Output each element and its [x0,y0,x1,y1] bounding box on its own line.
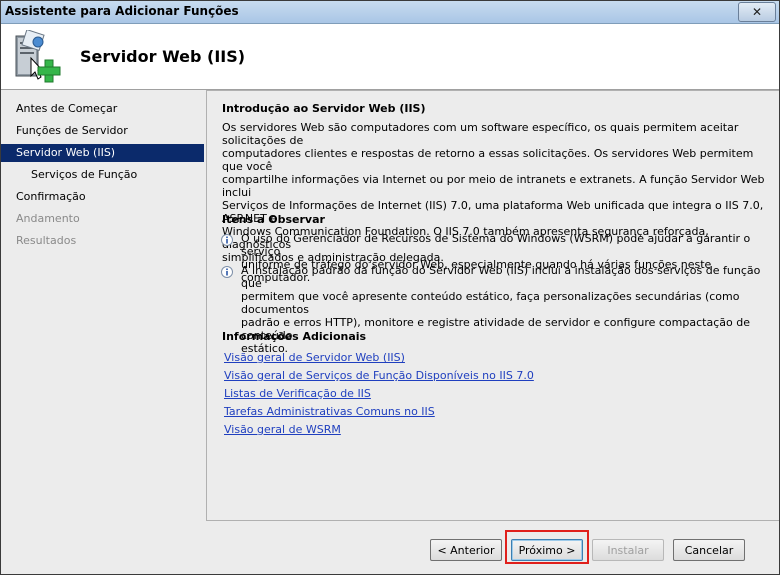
link-role-services-overview[interactable]: Visão geral de Serviços de Função Dispon… [224,369,534,382]
server-role-icon [15,30,61,83]
link-iis-checklists[interactable]: Listas de Verificação de IIS [224,387,371,400]
intro-heading: Introdução ao Servidor Web (IIS) [222,102,426,115]
install-button: Instalar [592,539,664,561]
link-web-server-overview[interactable]: Visão geral de Servidor Web (IIS) [224,351,405,364]
intro-line: computadores clientes e respostas de ret… [222,147,754,173]
intro-line: compartilhe informações via Internet ou … [222,173,765,199]
note-line: A instalação padrão da função do Servido… [241,264,761,290]
wizard-window: Assistente para Adicionar Funções ✕ Serv… [0,0,780,575]
window-title: Assistente para Adicionar Funções [5,4,239,18]
info-icon [221,234,233,246]
info-icon [221,266,233,278]
nav-item-role-services[interactable]: Serviços de Função [1,166,204,184]
content-panel: Introdução ao Servidor Web (IIS) Os serv… [206,90,779,520]
note-line: O uso do Gerenciador de Recursos de Sist… [241,232,751,258]
button-bar: < Anterior Próximo > Instalar Cancelar [206,520,779,574]
wizard-steps-nav: Antes de Começar Funções de Servidor Ser… [1,90,206,574]
note-line: permitem que você apresente conteúdo est… [241,290,740,316]
nav-item-web-server[interactable]: Servidor Web (IIS) [1,144,204,162]
next-button[interactable]: Próximo > [511,539,583,561]
link-iis-admin-tasks[interactable]: Tarefas Administrativas Comuns no IIS [224,405,435,418]
more-info-heading: Informações Adicionais [222,330,367,343]
wizard-header: Servidor Web (IIS) [1,24,779,90]
nav-item-server-roles[interactable]: Funções de Servidor [1,122,204,140]
cancel-button[interactable]: Cancelar [673,539,745,561]
title-bar[interactable]: Assistente para Adicionar Funções ✕ [1,1,779,24]
nav-item-confirmation[interactable]: Confirmação [1,188,204,206]
nav-item-before-you-begin[interactable]: Antes de Começar [1,100,204,118]
page-title: Servidor Web (IIS) [80,47,246,66]
notes-heading: Itens a Observar [222,213,325,226]
close-icon: ✕ [751,5,763,19]
nav-item-progress: Andamento [16,212,80,225]
link-wsrm-overview[interactable]: Visão geral de WSRM [224,423,341,436]
back-button[interactable]: < Anterior [430,539,502,561]
close-button[interactable]: ✕ [738,2,776,22]
nav-item-results: Resultados [16,234,77,247]
intro-line: Os servidores Web são computadores com u… [222,121,739,147]
